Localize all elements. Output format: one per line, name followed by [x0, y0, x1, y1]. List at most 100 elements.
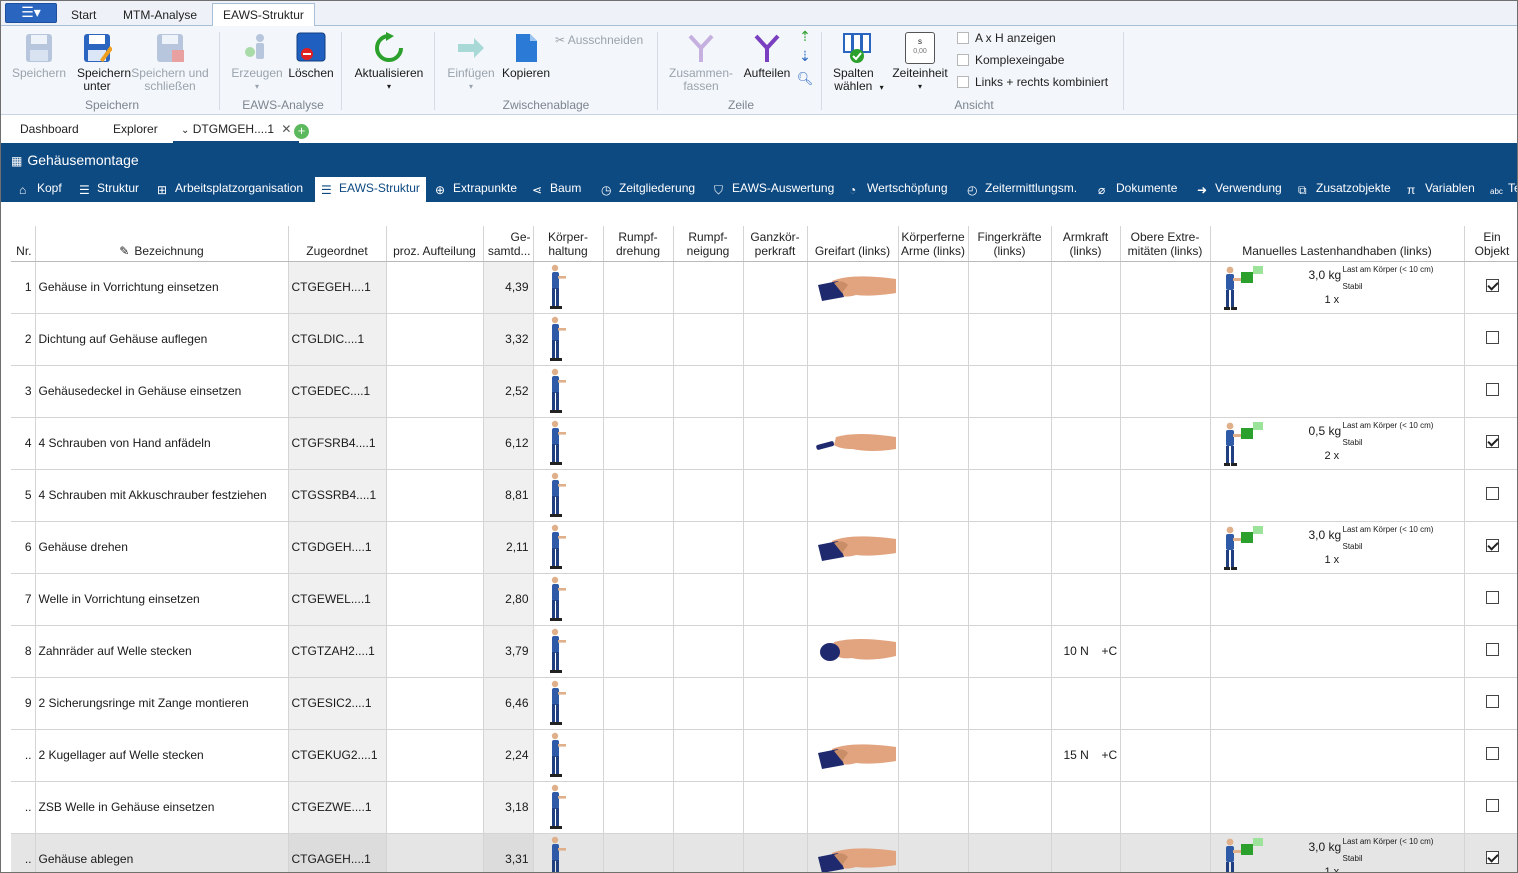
cell-rumpfdrehung[interactable] — [603, 313, 674, 366]
cell-rumpfdrehung[interactable] — [603, 625, 674, 678]
cell-obere-extremitaeten[interactable] — [1120, 417, 1211, 470]
cell-koerperferne-arme[interactable] — [898, 625, 969, 678]
cell-zugeordnet[interactable]: CTGEKUG2....1 — [288, 729, 387, 782]
cell-zugeordnet[interactable]: CTGAGEH....1 — [288, 833, 387, 872]
col-header-obere-extremitaeten[interactable]: Obere Extre-mitäten (links) — [1120, 226, 1211, 262]
col-header-manuelles-lastenhandhaben[interactable]: Manuelles Lastenhandhaben (links) — [1210, 226, 1465, 262]
cell-obere-extremitaeten[interactable] — [1120, 573, 1211, 626]
table-row[interactable]: 1 Gehäuse in Vorrichtung einsetzen CTGEGEH… — [11, 261, 1517, 314]
cell-nr[interactable]: .. — [11, 833, 36, 872]
ein-objekt-checkbox[interactable] — [1485, 591, 1499, 604]
table-row[interactable]: 8 Zahnräder auf Welle stecken CTGTZAH2....… — [11, 625, 1517, 678]
col-header-armkraft[interactable]: Armkraft (links) — [1051, 226, 1121, 262]
cell-nr[interactable]: 5 — [11, 469, 36, 522]
col-header-koerperhaltung[interactable]: Körper-haltung — [533, 226, 604, 262]
cell-manuelles-lastenhandhaben[interactable] — [1210, 313, 1465, 366]
cell-greifart[interactable] — [807, 261, 899, 314]
col-header-proz[interactable]: proz. Aufteilung — [386, 226, 484, 262]
nav-tab-baum[interactable]: ⋖ Baum — [532, 177, 581, 202]
cell-koerperhaltung[interactable] — [533, 573, 604, 626]
cell-greifart[interactable] — [807, 729, 899, 782]
table-row[interactable]: 92 Sicherungsringe mit Zange montieren CT… — [11, 677, 1517, 730]
cell-fingerkraefte[interactable] — [968, 729, 1052, 782]
cell-koerperferne-arme[interactable] — [898, 417, 969, 470]
table-row[interactable]: .. 2 Kugellager auf Welle stecken CTGEKUG2… — [11, 729, 1517, 782]
cell-rumpfdrehung[interactable] — [603, 781, 674, 834]
cell-rumpfdrehung[interactable] — [603, 729, 674, 782]
ein-objekt-checkbox[interactable] — [1485, 487, 1499, 500]
nav-tab-verwendung[interactable]: ➜ Verwendung — [1197, 177, 1282, 202]
cell-rumpfneigung[interactable] — [673, 625, 744, 678]
col-header-zugeordnet[interactable]: Zugeordnet — [288, 226, 387, 262]
cell-proz-aufteilung[interactable] — [386, 781, 484, 834]
cell-fingerkraefte[interactable] — [968, 365, 1052, 418]
kopieren-button[interactable]: Kopieren — [499, 32, 553, 80]
cell-ganzkoerperkraft[interactable] — [743, 521, 808, 574]
cell-rumpfdrehung[interactable] — [603, 417, 674, 470]
cell-ganzkoerperkraft[interactable] — [743, 313, 808, 366]
cell-rumpfdrehung[interactable] — [603, 521, 674, 574]
cell-bezeichnung[interactable]: 4 Schrauben mit Akkuschrauber festziehen — [35, 469, 289, 522]
cell-manuelles-lastenhandhaben[interactable] — [1210, 573, 1465, 626]
speichern-button[interactable]: Speichern — [11, 32, 67, 80]
ein-objekt-checkbox[interactable] — [1485, 279, 1499, 292]
cell-fingerkraefte[interactable] — [968, 521, 1052, 574]
doc-tab-dashboard[interactable]: Dashboard — [20, 122, 79, 136]
nav-tab-struktur[interactable]: ☰ Struktur — [79, 177, 139, 202]
cell-rumpfneigung[interactable] — [673, 781, 744, 834]
cell-koerperhaltung[interactable] — [533, 313, 604, 366]
cell-rumpfneigung[interactable] — [673, 729, 744, 782]
cell-gesamtdauer[interactable]: 2,80 — [483, 573, 534, 626]
aufteilen-button[interactable]: Aufteilen — [739, 32, 795, 80]
cell-koerperferne-arme[interactable] — [898, 521, 969, 574]
erzeugen-button[interactable]: Erzeugen ▾ — [229, 32, 285, 93]
cell-bezeichnung[interactable]: Gehäuse in Vorrichtung einsetzen — [35, 261, 289, 314]
nav-tab-arbeitsplatzorganisation[interactable]: ⊞ Arbeitsplatzorganisation — [157, 177, 303, 202]
cell-koerperferne-arme[interactable] — [898, 781, 969, 834]
nav-tab-kopf[interactable]: ⌂ Kopf — [19, 177, 62, 202]
cell-koerperferne-arme[interactable] — [898, 365, 969, 418]
cell-gesamtdauer[interactable]: 3,79 — [483, 625, 534, 678]
cell-proz-aufteilung[interactable] — [386, 417, 484, 470]
cell-rumpfneigung[interactable] — [673, 469, 744, 522]
col-header-bezeichnung[interactable]: ✎ Bezeichnung — [35, 226, 289, 262]
cell-koerperferne-arme[interactable] — [898, 313, 969, 366]
cell-rumpfdrehung[interactable] — [603, 677, 674, 730]
cell-armkraft[interactable] — [1051, 781, 1121, 834]
cell-armkraft[interactable] — [1051, 521, 1121, 574]
cell-proz-aufteilung[interactable] — [386, 261, 484, 314]
cell-obere-extremitaeten[interactable] — [1120, 521, 1211, 574]
table-row[interactable]: .. Gehäuse ablegen CTGAGEH....1 3,31 3,0 kg L… — [11, 833, 1517, 872]
ribbon-tab-start[interactable]: Start — [61, 4, 106, 26]
cell-manuelles-lastenhandhaben[interactable]: 3,0 kg Last am Körper (< 10 cm) Stabil 1 x — [1210, 833, 1465, 872]
cell-ein-objekt[interactable] — [1464, 677, 1517, 730]
cell-gesamtdauer[interactable]: 2,11 — [483, 521, 534, 574]
cell-greifart[interactable] — [807, 625, 899, 678]
cell-fingerkraefte[interactable] — [968, 625, 1052, 678]
cell-ein-objekt[interactable] — [1464, 729, 1517, 782]
cell-armkraft[interactable] — [1051, 677, 1121, 730]
cell-rumpfneigung[interactable] — [673, 261, 744, 314]
col-header-ganzkoerperkraft[interactable]: Ganzkör-perkraft — [743, 226, 808, 262]
cell-manuelles-lastenhandhaben[interactable] — [1210, 625, 1465, 678]
links-rechts-kombiniert-checkbox[interactable]: Links + rechts kombiniert — [957, 75, 1108, 89]
cell-obere-extremitaeten[interactable] — [1120, 729, 1211, 782]
col-header-rumpfneigung[interactable]: Rumpf-neigung — [673, 226, 744, 262]
cell-koerperhaltung[interactable] — [533, 469, 604, 522]
nav-tab-dokumente[interactable]: ⌀ Dokumente — [1098, 177, 1177, 202]
axh-anzeigen-checkbox[interactable]: A x H anzeigen — [957, 31, 1056, 45]
move-down-button[interactable]: ⇣ — [797, 49, 813, 64]
cell-manuelles-lastenhandhaben[interactable]: 0,5 kg Last am Körper (< 10 cm) Stabil 2 x — [1210, 417, 1465, 470]
cell-obere-extremitaeten[interactable] — [1120, 625, 1211, 678]
cell-manuelles-lastenhandhaben[interactable] — [1210, 365, 1465, 418]
cell-ein-objekt[interactable] — [1464, 781, 1517, 834]
cell-fingerkraefte[interactable] — [968, 573, 1052, 626]
cell-nr[interactable]: 3 — [11, 365, 36, 418]
ein-objekt-checkbox[interactable] — [1485, 383, 1499, 396]
table-row[interactable]: .. ZSB Welle in Gehäuse einsetzen CTGEZWE.… — [11, 781, 1517, 834]
cell-rumpfdrehung[interactable] — [603, 365, 674, 418]
cell-ein-objekt[interactable] — [1464, 261, 1517, 314]
chevron-down-icon[interactable]: ⌄ — [181, 125, 189, 136]
cell-nr[interactable]: 1 — [11, 261, 36, 314]
cell-armkraft[interactable] — [1051, 313, 1121, 366]
